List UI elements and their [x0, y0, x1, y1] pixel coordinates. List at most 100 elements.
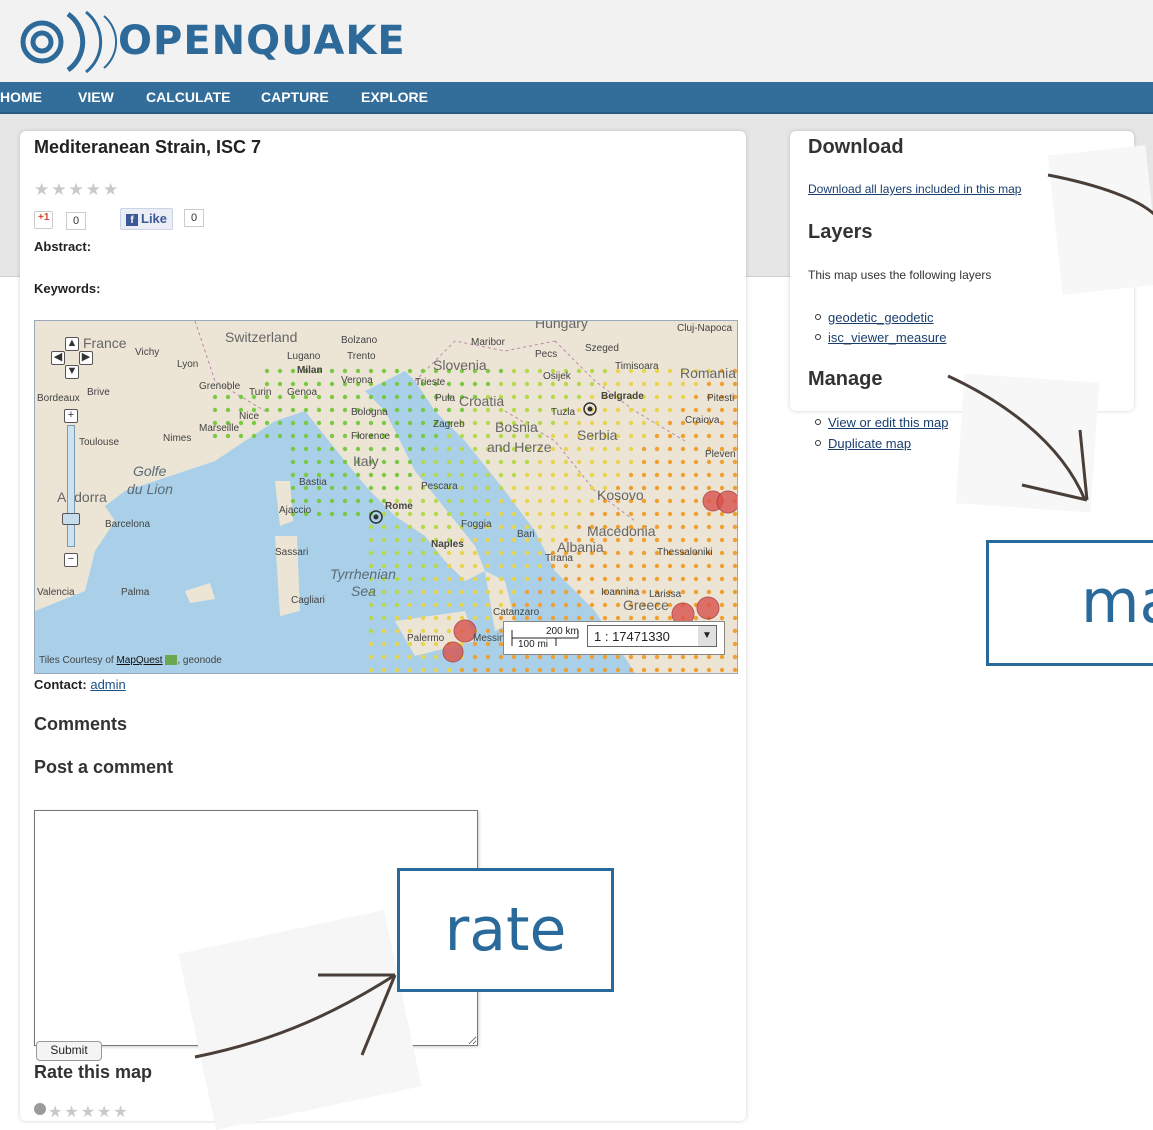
strain-dot [433, 433, 439, 439]
strain-dot [420, 420, 426, 426]
strain-dot [381, 615, 387, 621]
strain-dot [628, 381, 634, 387]
strain-dot [355, 485, 361, 491]
strain-dot [524, 576, 530, 582]
strain-dot [303, 381, 309, 387]
strain-dot [615, 602, 621, 608]
map-viewer[interactable]: France Switzerland Slovenia Hungary Roma… [34, 320, 738, 674]
strain-dot [511, 407, 517, 413]
strain-dot [355, 368, 361, 374]
mapquest-link[interactable]: MapQuest [116, 655, 162, 666]
comments-title: Comments [34, 714, 128, 734]
pan-up-button[interactable]: ▲ [65, 337, 79, 351]
nav-home[interactable]: HOME [0, 89, 42, 105]
duplicate-map-link[interactable]: Duplicate map [828, 436, 911, 451]
strain-dot [485, 654, 491, 660]
zoom-in-button[interactable]: + [64, 409, 78, 423]
nav-explore[interactable]: EXPLORE [361, 89, 428, 105]
strain-dot [446, 563, 452, 569]
pan-down-button[interactable]: ▼ [65, 365, 79, 379]
strain-dot [420, 446, 426, 452]
strain-dot [316, 511, 322, 517]
strain-dot [459, 576, 465, 582]
strain-dot [420, 602, 426, 608]
zoom-out-button[interactable]: − [64, 553, 78, 567]
nav-capture[interactable]: CAPTURE [261, 89, 329, 105]
layer-link-isc-viewer[interactable]: isc_viewer_measure [828, 330, 947, 345]
strain-dot [459, 615, 465, 621]
strain-dot [446, 446, 452, 452]
strain-dot [342, 485, 348, 491]
strain-dot [550, 420, 556, 426]
strain-dot [446, 576, 452, 582]
contact-admin-link[interactable]: admin [90, 677, 125, 692]
submit-button[interactable]: Submit [36, 1041, 102, 1061]
map-city-pleven: Pleven [705, 449, 736, 460]
facebook-like-button[interactable]: f Like [120, 208, 174, 230]
strain-dot [654, 381, 660, 387]
strain-dot [498, 498, 504, 504]
strain-dot [342, 420, 348, 426]
openquake-logo-icon[interactable] [8, 6, 118, 76]
strain-dot [524, 472, 530, 478]
strain-dot [706, 537, 712, 543]
rate-stars-input[interactable]: ★★★★★ [48, 1102, 130, 1122]
zoom-slider-handle[interactable] [62, 513, 80, 525]
view-edit-map-link[interactable]: View or edit this map [828, 415, 948, 430]
strain-dot [290, 472, 296, 478]
strain-dot [433, 407, 439, 413]
pan-left-button[interactable]: ◀ [51, 351, 65, 365]
strain-dot [563, 446, 569, 452]
strain-dot [667, 394, 673, 400]
strain-dot [407, 433, 413, 439]
strain-dot [472, 667, 478, 673]
strain-dot [550, 394, 556, 400]
strain-dot [329, 394, 335, 400]
strain-dot [706, 576, 712, 582]
chevron-down-icon[interactable]: ▼ [698, 626, 716, 646]
zoom-slider-track[interactable] [67, 425, 75, 547]
strain-dot [342, 446, 348, 452]
rating-cancel-icon[interactable] [34, 1103, 46, 1115]
gplus-button[interactable]: +1 [34, 211, 54, 229]
strain-dot [732, 563, 737, 569]
strain-dot [693, 472, 699, 478]
strain-dot [524, 589, 530, 595]
rating-stars-display: ★★★★★ [34, 180, 121, 199]
strain-dot [589, 602, 595, 608]
map-label-france: France [83, 335, 127, 351]
strain-dot [706, 459, 712, 465]
strain-dot [511, 485, 517, 491]
strain-dot [511, 654, 517, 660]
strain-dot [641, 615, 647, 621]
strain-dot [680, 654, 686, 660]
strain-dot [706, 589, 712, 595]
strain-dot [329, 498, 335, 504]
download-all-link[interactable]: Download all layers included in this map [808, 182, 1056, 196]
strain-dot [212, 433, 218, 439]
nav-view[interactable]: VIEW [78, 89, 114, 105]
strain-dot [394, 381, 400, 387]
strain-dot [472, 472, 478, 478]
site-logo-text[interactable]: OPENQUAKE [118, 18, 406, 64]
strain-dot [329, 420, 335, 426]
strain-dot [407, 459, 413, 465]
strain-dot [628, 459, 634, 465]
layer-link-geodetic[interactable]: geodetic_geodetic [828, 310, 934, 325]
map-city-foggia: Foggia [461, 519, 492, 530]
nav-calculate[interactable]: CALCULATE [146, 89, 231, 105]
scale-select[interactable]: 1 : 17471330 ▼ [587, 625, 717, 647]
strain-dot [368, 615, 374, 621]
strain-dot [732, 589, 737, 595]
strain-dot [589, 576, 595, 582]
strain-dot [706, 667, 712, 673]
strain-dot [290, 420, 296, 426]
map-city-maribor: Maribor [471, 337, 505, 348]
strain-dot [576, 511, 582, 517]
strain-dot [550, 654, 556, 660]
strain-dot [654, 433, 660, 439]
strain-dot [394, 537, 400, 543]
pan-right-button[interactable]: ▶ [79, 351, 93, 365]
strain-dot [667, 472, 673, 478]
strain-dot [563, 485, 569, 491]
